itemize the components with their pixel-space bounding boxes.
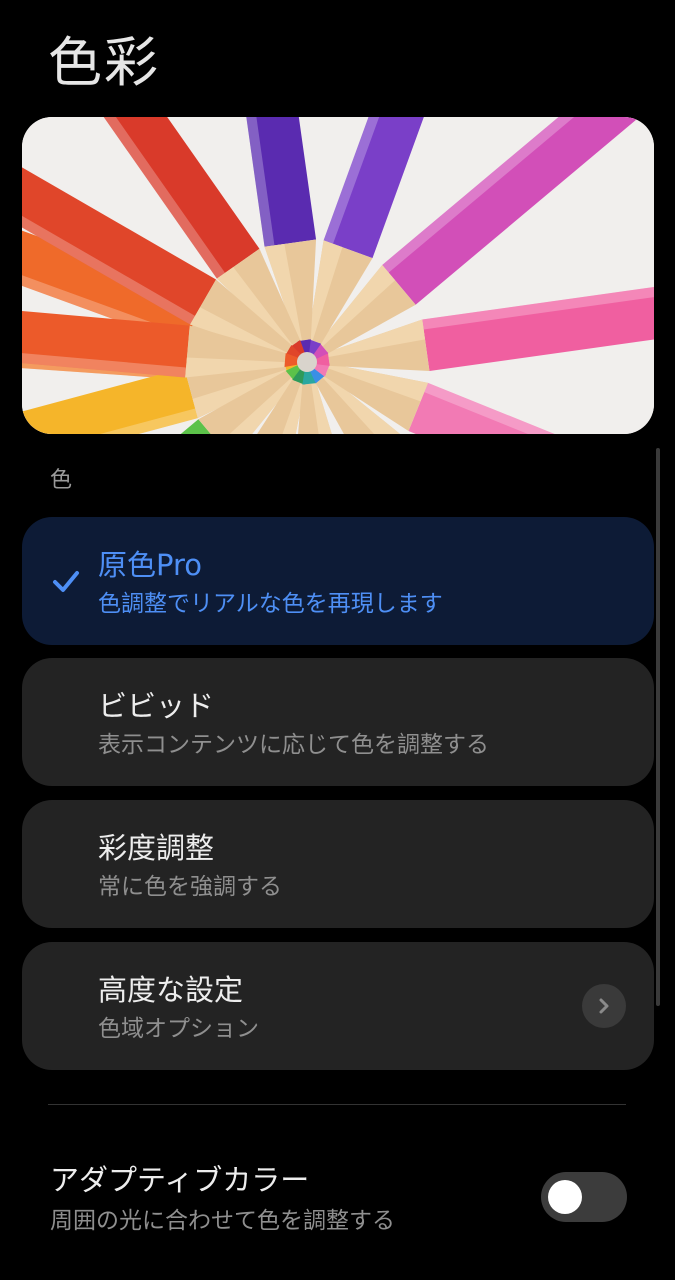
- chevron-right-button[interactable]: [582, 984, 626, 1028]
- divider: [48, 1104, 626, 1105]
- toggle-knob: [548, 1180, 582, 1214]
- chevron-right-icon: [599, 998, 609, 1014]
- option-original-color-pro[interactable]: 原色Pro 色調整でリアルな色を再現します: [22, 517, 654, 645]
- option-subtitle: 常に色を強調する: [98, 874, 282, 900]
- option-subtitle: 色調整でリアルな色を再現します: [98, 591, 443, 617]
- section-label-color: 色: [50, 468, 73, 493]
- option-title: 原色Pro: [98, 548, 203, 582]
- option-saturation[interactable]: 彩度調整 常に色を強調する: [22, 800, 654, 928]
- checkmark-icon: [53, 571, 79, 592]
- adaptive-color-subtitle: 周囲の光に合わせて色を調整する: [50, 1208, 395, 1234]
- option-title: 高度な設定: [98, 973, 244, 1007]
- option-title: ビビッド: [98, 689, 215, 723]
- option-vivid[interactable]: ビビッド 表示コンテンツに応じて色を調整する: [22, 658, 654, 786]
- option-subtitle: 表示コンテンツに応じて色を調整する: [98, 732, 489, 758]
- adaptive-color-toggle[interactable]: [541, 1172, 627, 1222]
- color-preview-image: [22, 117, 654, 434]
- option-subtitle: 色域オプション: [98, 1016, 259, 1042]
- option-advanced-settings[interactable]: 高度な設定 色域オプション: [22, 942, 654, 1070]
- scrollbar[interactable]: [656, 448, 660, 1006]
- adaptive-color-title: アダプティブカラー: [50, 1163, 310, 1197]
- page-title: 色彩: [48, 31, 160, 94]
- option-title: 彩度調整: [98, 831, 215, 865]
